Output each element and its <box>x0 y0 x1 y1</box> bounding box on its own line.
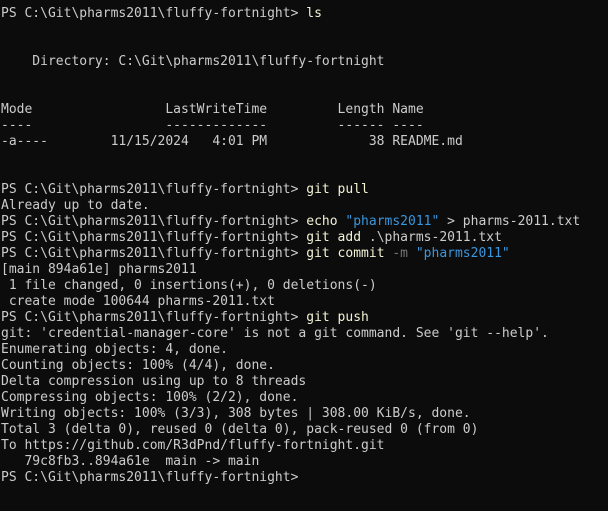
output-text: Counting objects: 100% (4/4), done. <box>1 358 275 373</box>
command-text: git commit <box>306 246 385 261</box>
terminal-line: PS C:\Git\pharms2011\fluffy-fortnight> g… <box>1 246 608 262</box>
output-text: Compressing objects: 100% (2/2), done. <box>1 390 299 405</box>
terminal-line: [main 894a61e] pharms2011 <box>1 262 608 278</box>
terminal-line: Directory: C:\Git\pharms2011\fluffy-fort… <box>1 54 608 70</box>
output-text: -a---- 11/15/2024 4:01 PM 38 README.md <box>1 134 463 149</box>
output-text: PS C:\Git\pharms2011\fluffy-fortnight> <box>1 246 307 261</box>
output-text: PS C:\Git\pharms2011\fluffy-fortnight> <box>1 6 307 21</box>
terminal-line: Delta compression using up to 8 threads <box>1 374 608 390</box>
terminal-line: git: 'credential-manager-core' is not a … <box>1 326 608 342</box>
command-text: git push <box>306 310 369 325</box>
terminal-line: PS C:\Git\pharms2011\fluffy-fortnight> g… <box>1 310 608 326</box>
command-text: echo <box>306 214 346 229</box>
command-text: git add <box>306 230 362 245</box>
terminal-line: Compressing objects: 100% (2/2), done. <box>1 390 608 406</box>
output-text: Already up to date. <box>1 198 150 213</box>
command-text: ls <box>306 6 322 21</box>
terminal-line: To https://github.com/R3dPnd/fluffy-fort… <box>1 438 608 454</box>
terminal-output[interactable]: PS C:\Git\pharms2011\fluffy-fortnight> l… <box>0 0 608 511</box>
output-text: PS C:\Git\pharms2011\fluffy-fortnight> <box>1 230 307 245</box>
output-text: Total 3 (delta 0), reused 0 (delta 0), p… <box>1 422 479 437</box>
terminal-line: Enumerating objects: 4, done. <box>1 342 608 358</box>
string-literal: "pharms2011" <box>345 214 440 229</box>
terminal-line: PS C:\Git\pharms2011\fluffy-fortnight> <box>1 470 608 486</box>
terminal-line: Already up to date. <box>1 198 608 214</box>
output-text: PS C:\Git\pharms2011\fluffy-fortnight> <box>1 470 307 485</box>
terminal-line: 1 file changed, 0 insertions(+), 0 delet… <box>1 278 608 294</box>
command-flag: -m <box>384 246 416 261</box>
output-text: 79c8fb3..894a61e main -> main <box>1 454 260 469</box>
output-text: Enumerating objects: 4, done. <box>1 342 228 357</box>
output-text: Writing objects: 100% (3/3), 308 bytes |… <box>1 406 471 421</box>
command-text: git pull <box>306 182 369 197</box>
terminal-line: PS C:\Git\pharms2011\fluffy-fortnight> e… <box>1 214 608 230</box>
terminal-line: Writing objects: 100% (3/3), 308 bytes |… <box>1 406 608 422</box>
output-text: Delta compression using up to 8 threads <box>1 374 307 389</box>
terminal-line: 79c8fb3..894a61e main -> main <box>1 454 608 470</box>
output-text: PS C:\Git\pharms2011\fluffy-fortnight> <box>1 182 307 197</box>
terminal-line: -a---- 11/15/2024 4:01 PM 38 README.md <box>1 134 608 150</box>
output-text: git: 'credential-manager-core' is not a … <box>1 326 549 341</box>
output-text: Mode LastWriteTime Length Name <box>1 102 424 117</box>
output-text: PS C:\Git\pharms2011\fluffy-fortnight> <box>1 214 307 229</box>
terminal-line: ---- ------------- ------ ---- <box>1 118 608 134</box>
output-text: Directory: C:\Git\pharms2011\fluffy-fort… <box>1 54 385 69</box>
string-literal: "pharms2011" <box>415 246 510 261</box>
terminal-line: Mode LastWriteTime Length Name <box>1 102 608 118</box>
output-text: To https://github.com/R3dPnd/fluffy-fort… <box>1 438 385 453</box>
terminal-line: create mode 100644 pharms-2011.txt <box>1 294 608 310</box>
terminal-line: Counting objects: 100% (4/4), done. <box>1 358 608 374</box>
output-text: 1 file changed, 0 insertions(+), 0 delet… <box>1 278 377 293</box>
terminal-line: PS C:\Git\pharms2011\fluffy-fortnight> g… <box>1 230 608 246</box>
terminal-line: PS C:\Git\pharms2011\fluffy-fortnight> l… <box>1 6 608 22</box>
output-text: create mode 100644 pharms-2011.txt <box>1 294 275 309</box>
output-text: > pharms-2011.txt <box>439 214 581 229</box>
output-text: .\pharms-2011.txt <box>361 230 502 245</box>
terminal-line: Total 3 (delta 0), reused 0 (delta 0), p… <box>1 422 608 438</box>
terminal-line: PS C:\Git\pharms2011\fluffy-fortnight> g… <box>1 182 608 198</box>
output-text: ---- ------------- ------ ---- <box>1 118 424 133</box>
output-text: PS C:\Git\pharms2011\fluffy-fortnight> <box>1 310 307 325</box>
output-text: [main 894a61e] pharms2011 <box>1 262 197 277</box>
